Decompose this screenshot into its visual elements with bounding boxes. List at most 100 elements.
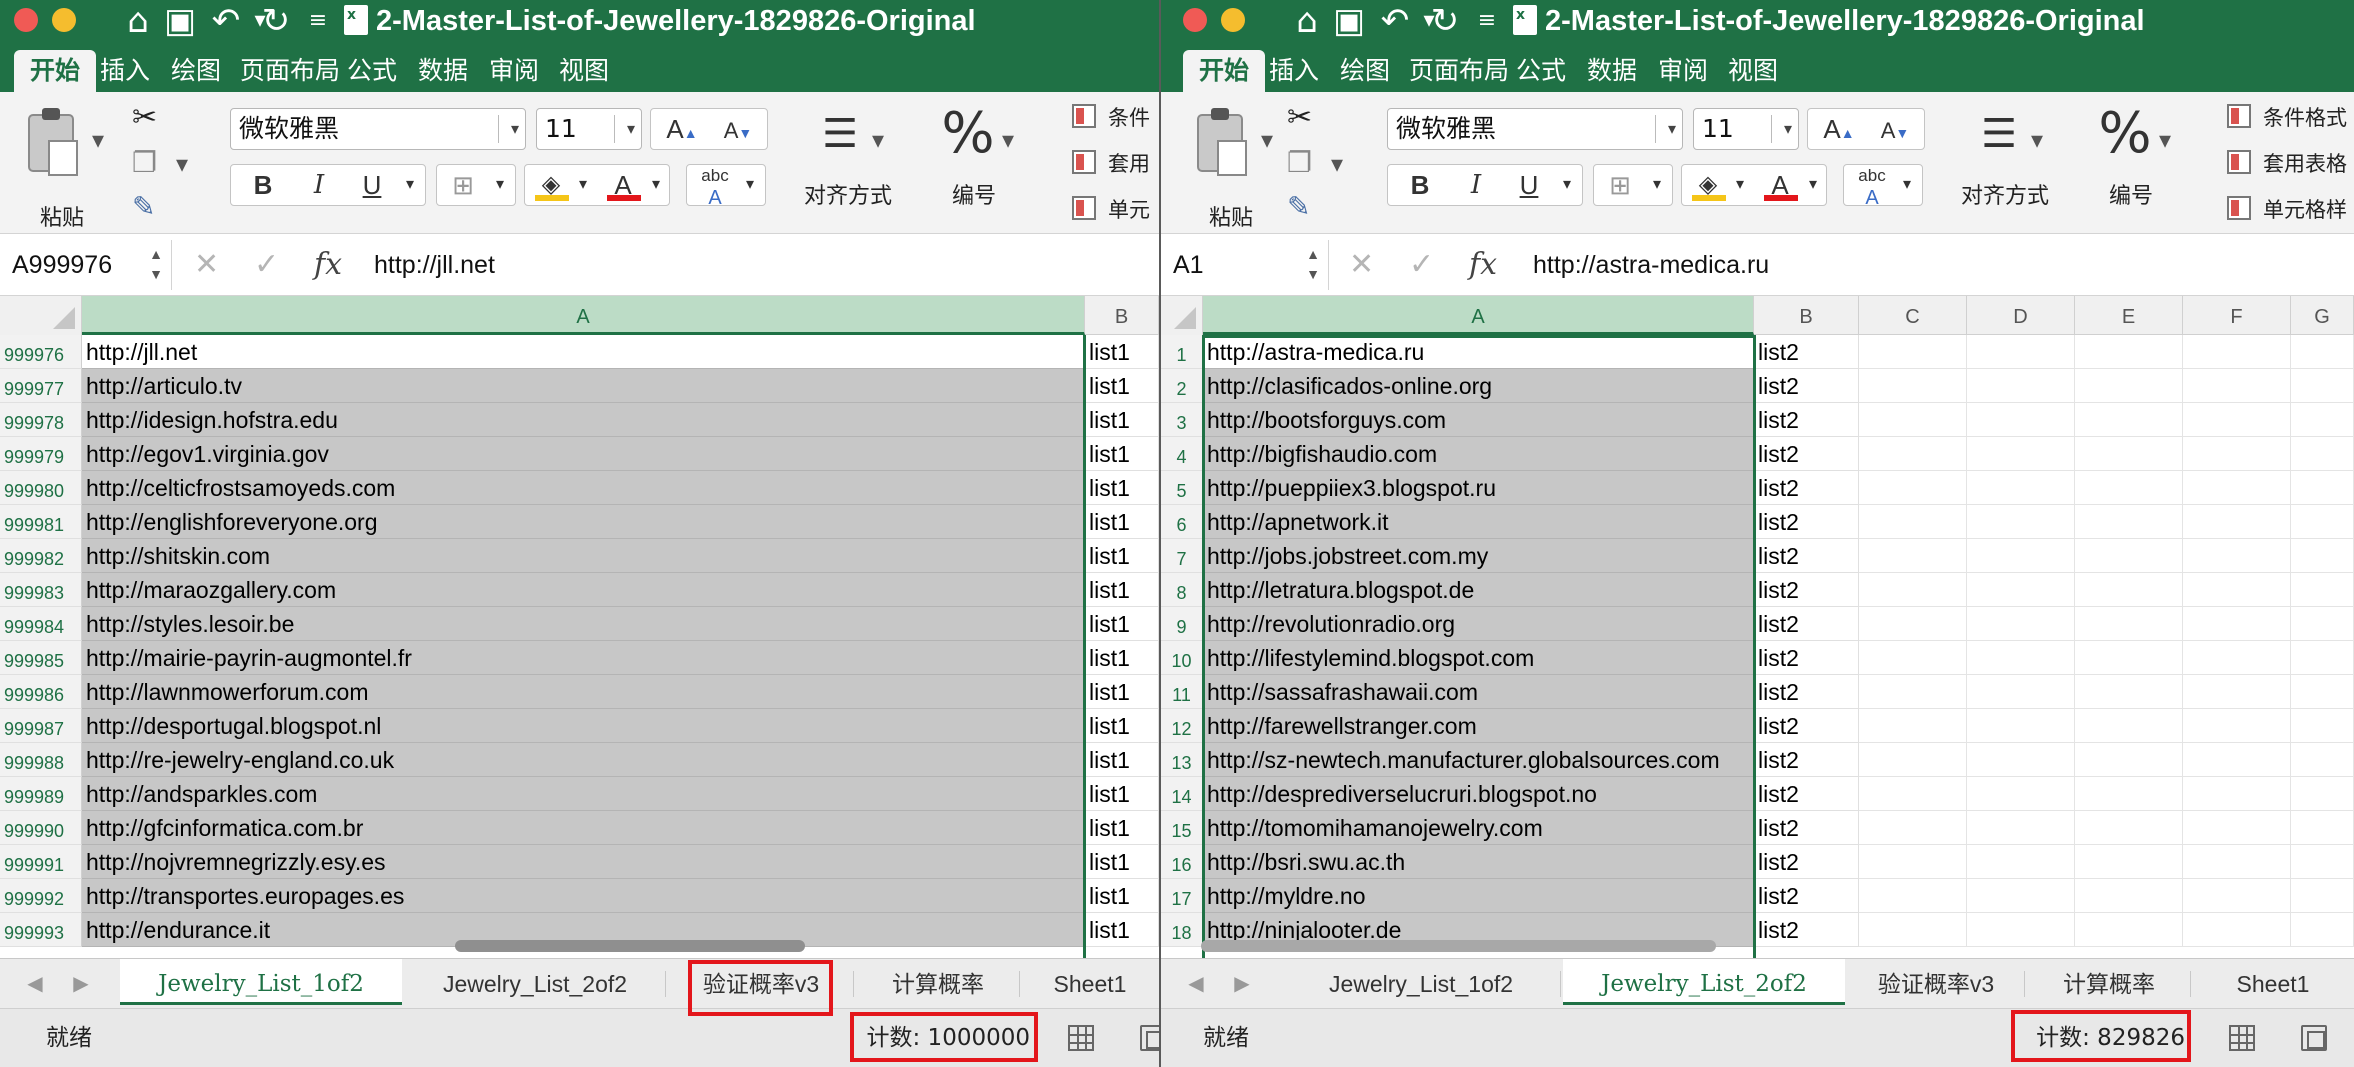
cell-a[interactable]: http://farewellstranger.com xyxy=(1203,709,1754,743)
empty-cell[interactable] xyxy=(2183,845,2291,879)
empty-cell[interactable] xyxy=(2291,403,2354,437)
empty-cell[interactable] xyxy=(2075,845,2183,879)
minimize-window-button[interactable] xyxy=(52,8,76,32)
borders-button[interactable]: ⊞ ▾ xyxy=(1593,164,1673,206)
alignment-label[interactable]: 对齐方式 xyxy=(1961,178,2049,210)
row-number[interactable]: 10 xyxy=(1161,641,1203,675)
empty-cell[interactable] xyxy=(1967,403,2075,437)
bold-button[interactable]: B xyxy=(1392,165,1448,205)
cell-b[interactable]: list2 xyxy=(1754,811,1859,845)
row-number[interactable]: 13 xyxy=(1161,743,1203,777)
name-box-stepper-icon[interactable]: ▲ ▼ xyxy=(1306,244,1320,284)
cell-b[interactable]: list1 xyxy=(1085,845,1159,879)
formula-input[interactable]: http://astra-medica.ru xyxy=(1533,234,1769,296)
empty-cell[interactable] xyxy=(2183,777,2291,811)
row-number[interactable]: 999987 xyxy=(0,709,82,743)
format-painter-icon[interactable]: ✎ xyxy=(1287,190,1310,223)
sheet-tab-calc[interactable]: 计算概率 xyxy=(2027,959,2191,1005)
normal-view-icon[interactable] xyxy=(2229,1025,2255,1051)
cell-b[interactable]: list1 xyxy=(1085,641,1159,675)
empty-cell[interactable] xyxy=(2291,913,2354,947)
close-window-button[interactable] xyxy=(14,8,38,32)
cell-b[interactable]: list1 xyxy=(1085,811,1159,845)
row-number[interactable]: 9 xyxy=(1161,607,1203,641)
sheet-tab-sheet1[interactable]: Sheet1 xyxy=(2193,959,2353,1005)
row-number[interactable]: 999984 xyxy=(0,607,82,641)
fx-icon[interactable]: fx xyxy=(314,234,342,296)
empty-cell[interactable] xyxy=(1859,913,1967,947)
empty-cell[interactable] xyxy=(2183,369,2291,403)
empty-cell[interactable] xyxy=(2291,709,2354,743)
column-header-b[interactable]: B xyxy=(1754,296,1859,335)
empty-cell[interactable] xyxy=(1859,505,1967,539)
empty-cell[interactable] xyxy=(1859,709,1967,743)
number-dropdown-icon[interactable]: ▾ xyxy=(1002,126,1014,154)
empty-cell[interactable] xyxy=(2291,811,2354,845)
empty-cell[interactable] xyxy=(1967,335,2075,369)
cell-a[interactable]: http://shitskin.com xyxy=(82,539,1085,573)
align-icon[interactable]: ☰ xyxy=(808,112,872,156)
empty-cell[interactable] xyxy=(1859,607,1967,641)
empty-cell[interactable] xyxy=(1859,879,1967,913)
empty-cell[interactable] xyxy=(1967,437,2075,471)
row-number[interactable]: 7 xyxy=(1161,539,1203,573)
font-name-select[interactable]: 微软雅黑 ▾ xyxy=(230,108,526,150)
empty-cell[interactable] xyxy=(1967,641,2075,675)
column-header-e[interactable]: E xyxy=(2075,296,2183,335)
column-header-a[interactable]: A xyxy=(82,296,1085,335)
paste-dropdown-icon[interactable]: ▾ xyxy=(1261,126,1273,154)
row-number[interactable]: 999978 xyxy=(0,403,82,437)
cell-b[interactable]: list1 xyxy=(1085,471,1159,505)
empty-cell[interactable] xyxy=(1859,403,1967,437)
empty-cell[interactable] xyxy=(1967,913,2075,947)
empty-cell[interactable] xyxy=(2183,437,2291,471)
row-number[interactable]: 999979 xyxy=(0,437,82,471)
enter-icon[interactable]: ✓ xyxy=(1409,234,1434,296)
empty-cell[interactable] xyxy=(1967,845,2075,879)
sheet-tab-jewelry-list-2of2[interactable]: Jewelry_List_2of2 xyxy=(404,959,666,1005)
row-number[interactable]: 999988 xyxy=(0,743,82,777)
underline-dropdown-icon[interactable]: ▾ xyxy=(1554,165,1580,205)
cell-b[interactable]: list2 xyxy=(1754,539,1859,573)
empty-cell[interactable] xyxy=(1967,369,2075,403)
phonetic-button[interactable]: abc A ▾ xyxy=(686,164,766,209)
cell-a[interactable]: http://bigfishaudio.com xyxy=(1203,437,1754,471)
row-number[interactable]: 18 xyxy=(1161,913,1203,947)
save-icon[interactable]: ▣ xyxy=(1329,0,1369,42)
customize-toolbar-icon[interactable]: ≡ xyxy=(298,0,338,42)
empty-cell[interactable] xyxy=(1967,539,2075,573)
number-label[interactable]: 编号 xyxy=(2109,178,2153,210)
row-number[interactable]: 2 xyxy=(1161,369,1203,403)
cell-a[interactable]: http://clasificados-online.org xyxy=(1203,369,1754,403)
empty-cell[interactable] xyxy=(1967,811,2075,845)
font-name-select[interactable]: 微软雅黑 ▾ xyxy=(1387,108,1683,150)
conditional-format-button[interactable]: 条件格式 xyxy=(2263,102,2347,132)
bold-button[interactable]: B xyxy=(235,165,291,205)
cell-b[interactable]: list1 xyxy=(1085,573,1159,607)
empty-cell[interactable] xyxy=(2075,709,2183,743)
fill-dropdown-icon[interactable]: ▾ xyxy=(1730,165,1750,205)
cell-b[interactable]: list1 xyxy=(1085,505,1159,539)
cell-a[interactable]: http://maraozgallery.com xyxy=(82,573,1085,607)
copy-icon[interactable]: ❐ xyxy=(132,146,157,179)
empty-cell[interactable] xyxy=(2291,777,2354,811)
cell-b[interactable]: list2 xyxy=(1754,369,1859,403)
column-header-a[interactable]: A xyxy=(1203,296,1754,335)
cell-b[interactable]: list2 xyxy=(1754,709,1859,743)
cancel-icon[interactable]: ✕ xyxy=(1349,234,1374,296)
empty-cell[interactable] xyxy=(2291,607,2354,641)
cell-b[interactable]: list1 xyxy=(1085,743,1159,777)
row-number[interactable]: 999989 xyxy=(0,777,82,811)
empty-cell[interactable] xyxy=(1859,777,1967,811)
row-number[interactable]: 1 xyxy=(1161,335,1203,369)
row-number[interactable]: 999976 xyxy=(0,335,82,369)
empty-cell[interactable] xyxy=(2291,437,2354,471)
cell-b[interactable]: list2 xyxy=(1754,471,1859,505)
row-number[interactable]: 999981 xyxy=(0,505,82,539)
empty-cell[interactable] xyxy=(2291,539,2354,573)
empty-cell[interactable] xyxy=(1967,607,2075,641)
cell-styles-button[interactable]: 单元 xyxy=(1108,194,1150,224)
number-format-icon[interactable]: % xyxy=(2095,102,2155,166)
cell-b[interactable]: list2 xyxy=(1754,607,1859,641)
number-label[interactable]: 编号 xyxy=(952,178,996,210)
